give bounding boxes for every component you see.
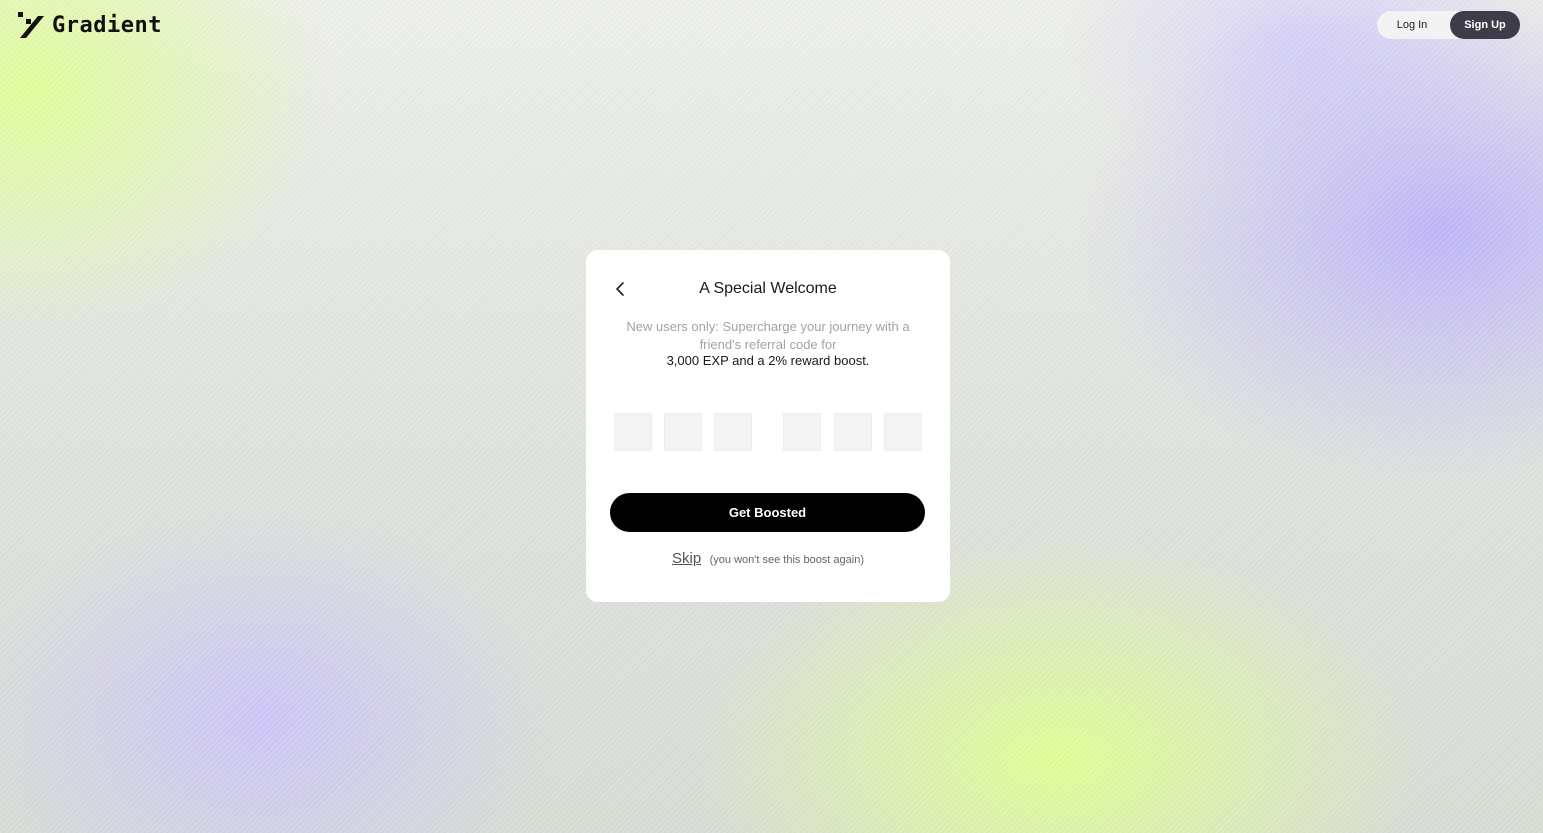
referral-code-input-1[interactable]: [614, 413, 652, 451]
referral-code-input-4[interactable]: [783, 413, 821, 451]
referral-card: A Special Welcome New users only: Superc…: [586, 250, 950, 602]
reward-highlight: 3,000 EXP and a 2% reward boost.: [666, 353, 870, 368]
brand-logo[interactable]: Gradient: [16, 12, 162, 38]
login-button[interactable]: Log In: [1377, 19, 1447, 31]
referral-code-input-6[interactable]: [884, 413, 922, 451]
skip-note: (you won't see this boost again): [709, 554, 864, 566]
signup-button[interactable]: Sign Up: [1450, 11, 1520, 39]
auth-toggle: Log In Sign Up: [1377, 11, 1520, 39]
referral-code-input-2[interactable]: [664, 413, 702, 451]
referral-code-input-3[interactable]: [714, 413, 752, 451]
get-boosted-button[interactable]: Get Boosted: [610, 493, 925, 532]
referral-code-input-5[interactable]: [834, 413, 872, 451]
gradient-logo-icon: [18, 12, 44, 38]
logo-text: Gradient: [52, 12, 162, 38]
skip-link[interactable]: Skip: [672, 550, 701, 567]
card-title: A Special Welcome: [699, 280, 837, 297]
skip-row: Skip (you won't see this boost again): [586, 550, 950, 568]
card-subtitle: New users only: Supercharge your journey…: [626, 319, 910, 352]
